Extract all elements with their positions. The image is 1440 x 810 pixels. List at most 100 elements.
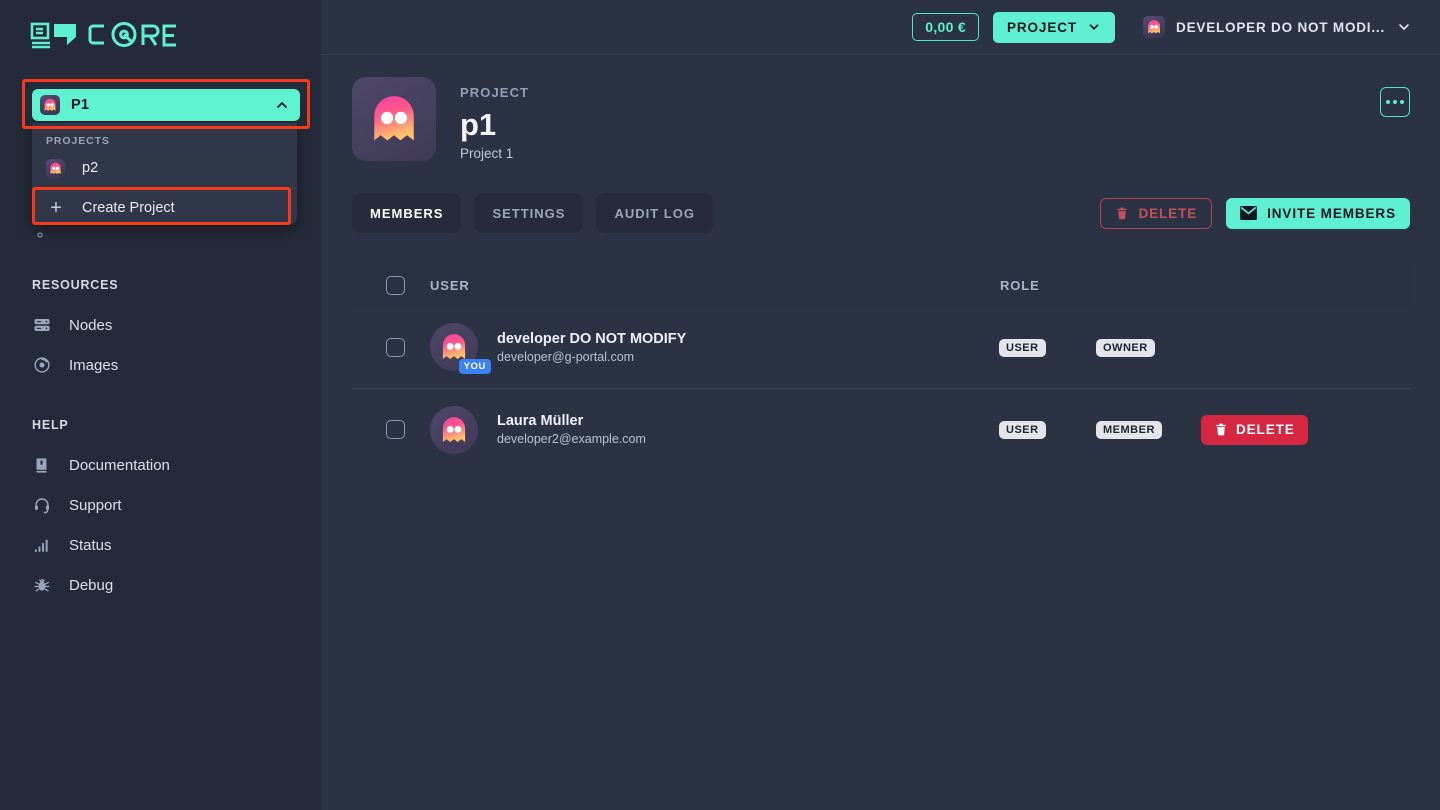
table-header: USER ROLE: [352, 265, 1410, 306]
user-email: developer2@example.com: [497, 432, 646, 446]
delete-member-label: DELETE: [1236, 422, 1295, 437]
sidebar-item-support[interactable]: Support: [0, 485, 321, 525]
tab-members[interactable]: MEMBERS: [352, 193, 462, 233]
dropdown-project-label: p2: [82, 160, 99, 176]
ghost-icon: [442, 416, 466, 442]
delete-project-button[interactable]: DELETE: [1100, 197, 1213, 229]
bug-icon: [32, 576, 51, 595]
tab-audit-log[interactable]: AUDIT LOG: [596, 193, 713, 233]
project-selector[interactable]: P1: [32, 89, 300, 121]
project-meta: PROJECT p1 Project 1: [460, 77, 529, 161]
delete-member-button[interactable]: DELETE: [1201, 414, 1308, 445]
sidebar-item-images[interactable]: Images: [0, 345, 321, 385]
invite-members-label: INVITE MEMBERS: [1267, 205, 1396, 221]
row-checkbox[interactable]: [386, 420, 405, 439]
sidebar-section-help: HELP Documentation Support Status Debug: [0, 418, 321, 605]
server-icon: [32, 316, 51, 335]
column-header-user: USER: [430, 278, 470, 293]
user-menu-name: DEVELOPER DO NOT MODI...: [1176, 19, 1385, 35]
sidebar-label-documentation: Documentation: [69, 456, 170, 474]
project-switch-label: PROJECT: [1006, 19, 1078, 35]
content: PROJECT p1 Project 1 MEMBERS SETTINGS AU…: [321, 55, 1440, 810]
ghost-icon: [374, 96, 414, 141]
header-actions: DELETE INVITE MEMBERS: [1100, 197, 1410, 229]
app-logo[interactable]: [0, 0, 321, 72]
avatar: [430, 405, 478, 454]
sidebar-label-support: Support: [69, 496, 122, 514]
chevron-up-icon: [274, 97, 290, 113]
user-role-cell: OWNER: [1096, 338, 1201, 357]
status-badge: USER: [999, 338, 1046, 357]
project-switch-button[interactable]: PROJECT: [992, 11, 1116, 43]
ghost-icon: [46, 158, 65, 178]
more-options-icon[interactable]: [1380, 87, 1410, 117]
user-info: developer DO NOT MODIFY developer@g-port…: [497, 331, 999, 364]
sidebar-heading-help: HELP: [32, 418, 69, 432]
trash-icon: [1115, 206, 1129, 221]
project-header: PROJECT p1 Project 1: [352, 77, 1410, 161]
user-name: Laura Müller: [497, 413, 584, 429]
role-badge: OWNER: [1096, 338, 1155, 357]
project-subtitle: Project 1: [460, 145, 514, 161]
ghost-icon: [40, 95, 60, 115]
you-badge: YOU: [458, 359, 491, 374]
sidebar-item-status[interactable]: Status: [0, 525, 321, 565]
sidebar-item-nodes[interactable]: Nodes: [0, 305, 321, 345]
user-name: developer DO NOT MODIFY: [497, 330, 687, 347]
project-kicker: PROJECT: [460, 85, 530, 100]
sidebar-label-status: Status: [69, 536, 112, 554]
user-type-cell: USER: [999, 420, 1096, 439]
bar-chart-icon: [32, 536, 51, 555]
disc-icon: [32, 356, 51, 375]
sidebar-heading-resources: RESOURCES: [32, 278, 119, 292]
table-row[interactable]: YOU developer DO NOT MODIFY developer@g-…: [352, 306, 1410, 388]
obscured-nav-item[interactable]: [32, 222, 68, 248]
avatar: [352, 77, 436, 161]
headset-icon: [32, 496, 51, 515]
create-project-item[interactable]: + Create Project: [32, 191, 297, 225]
envelope-icon: [1240, 206, 1258, 220]
page-title: p1: [460, 107, 497, 142]
user-email: developer@g-portal.com: [497, 349, 635, 364]
project-selector-label: P1: [71, 97, 90, 113]
trash-icon: [1214, 422, 1228, 437]
user-role-cell: MEMBER: [1096, 420, 1201, 439]
main-area: 0,00 € PROJECT DEVELOPER DO NOT MODI...: [321, 0, 1440, 810]
invite-members-button[interactable]: INVITE MEMBERS: [1226, 197, 1410, 229]
members-table: USER ROLE YOU developer DO NOT MODIFY de…: [352, 265, 1410, 470]
table-row[interactable]: Laura Müller developer2@example.com USER…: [352, 388, 1410, 470]
delete-project-label: DELETE: [1138, 205, 1198, 221]
row-action-cell: DELETE: [1201, 414, 1308, 445]
project-dropdown: PROJECTS p2 + Create Project: [32, 123, 297, 225]
dropdown-item-p2[interactable]: p2: [32, 153, 297, 183]
dropdown-heading: PROJECTS: [46, 135, 110, 147]
tab-settings-label: SETTINGS: [492, 205, 566, 221]
plus-icon: +: [50, 197, 62, 219]
chevron-down-icon: [1087, 20, 1101, 34]
action-row: MEMBERS SETTINGS AUDIT LOG DELETE INVITE…: [352, 193, 1410, 233]
avatar: YOU: [430, 323, 491, 374]
credit-balance[interactable]: 0,00 €: [912, 13, 979, 41]
sidebar-label-images: Images: [69, 356, 119, 374]
core-logo-icon: [30, 22, 176, 49]
status-badge: USER: [999, 421, 1046, 439]
tab-settings[interactable]: SETTINGS: [474, 193, 584, 233]
sidebar-nav: RESOURCES Nodes Images HELP Documentatio…: [0, 278, 321, 605]
tab-audit-log-label: AUDIT LOG: [614, 205, 695, 221]
sidebar-item-documentation[interactable]: Documentation: [0, 445, 321, 485]
user-menu[interactable]: DEVELOPER DO NOT MODI...: [1143, 16, 1412, 38]
partial-icon: [32, 227, 50, 243]
ghost-icon: [1143, 16, 1166, 38]
select-all-checkbox[interactable]: [386, 276, 405, 295]
sidebar-label-debug: Debug: [69, 576, 114, 594]
sidebar: P1 PROJECTS p2 + Create Project RESOURCE…: [0, 0, 321, 810]
row-checkbox[interactable]: [386, 337, 405, 357]
dropdown-divider: [32, 188, 297, 189]
tab-members-label: MEMBERS: [370, 205, 444, 221]
column-header-role: ROLE: [1000, 278, 1040, 293]
sidebar-section-resources: RESOURCES Nodes Images: [0, 278, 321, 385]
app-root: P1 PROJECTS p2 + Create Project RESOURCE…: [0, 0, 1440, 810]
create-project-label: Create Project: [82, 200, 175, 216]
book-icon: [32, 456, 51, 475]
sidebar-item-debug[interactable]: Debug: [0, 565, 321, 605]
